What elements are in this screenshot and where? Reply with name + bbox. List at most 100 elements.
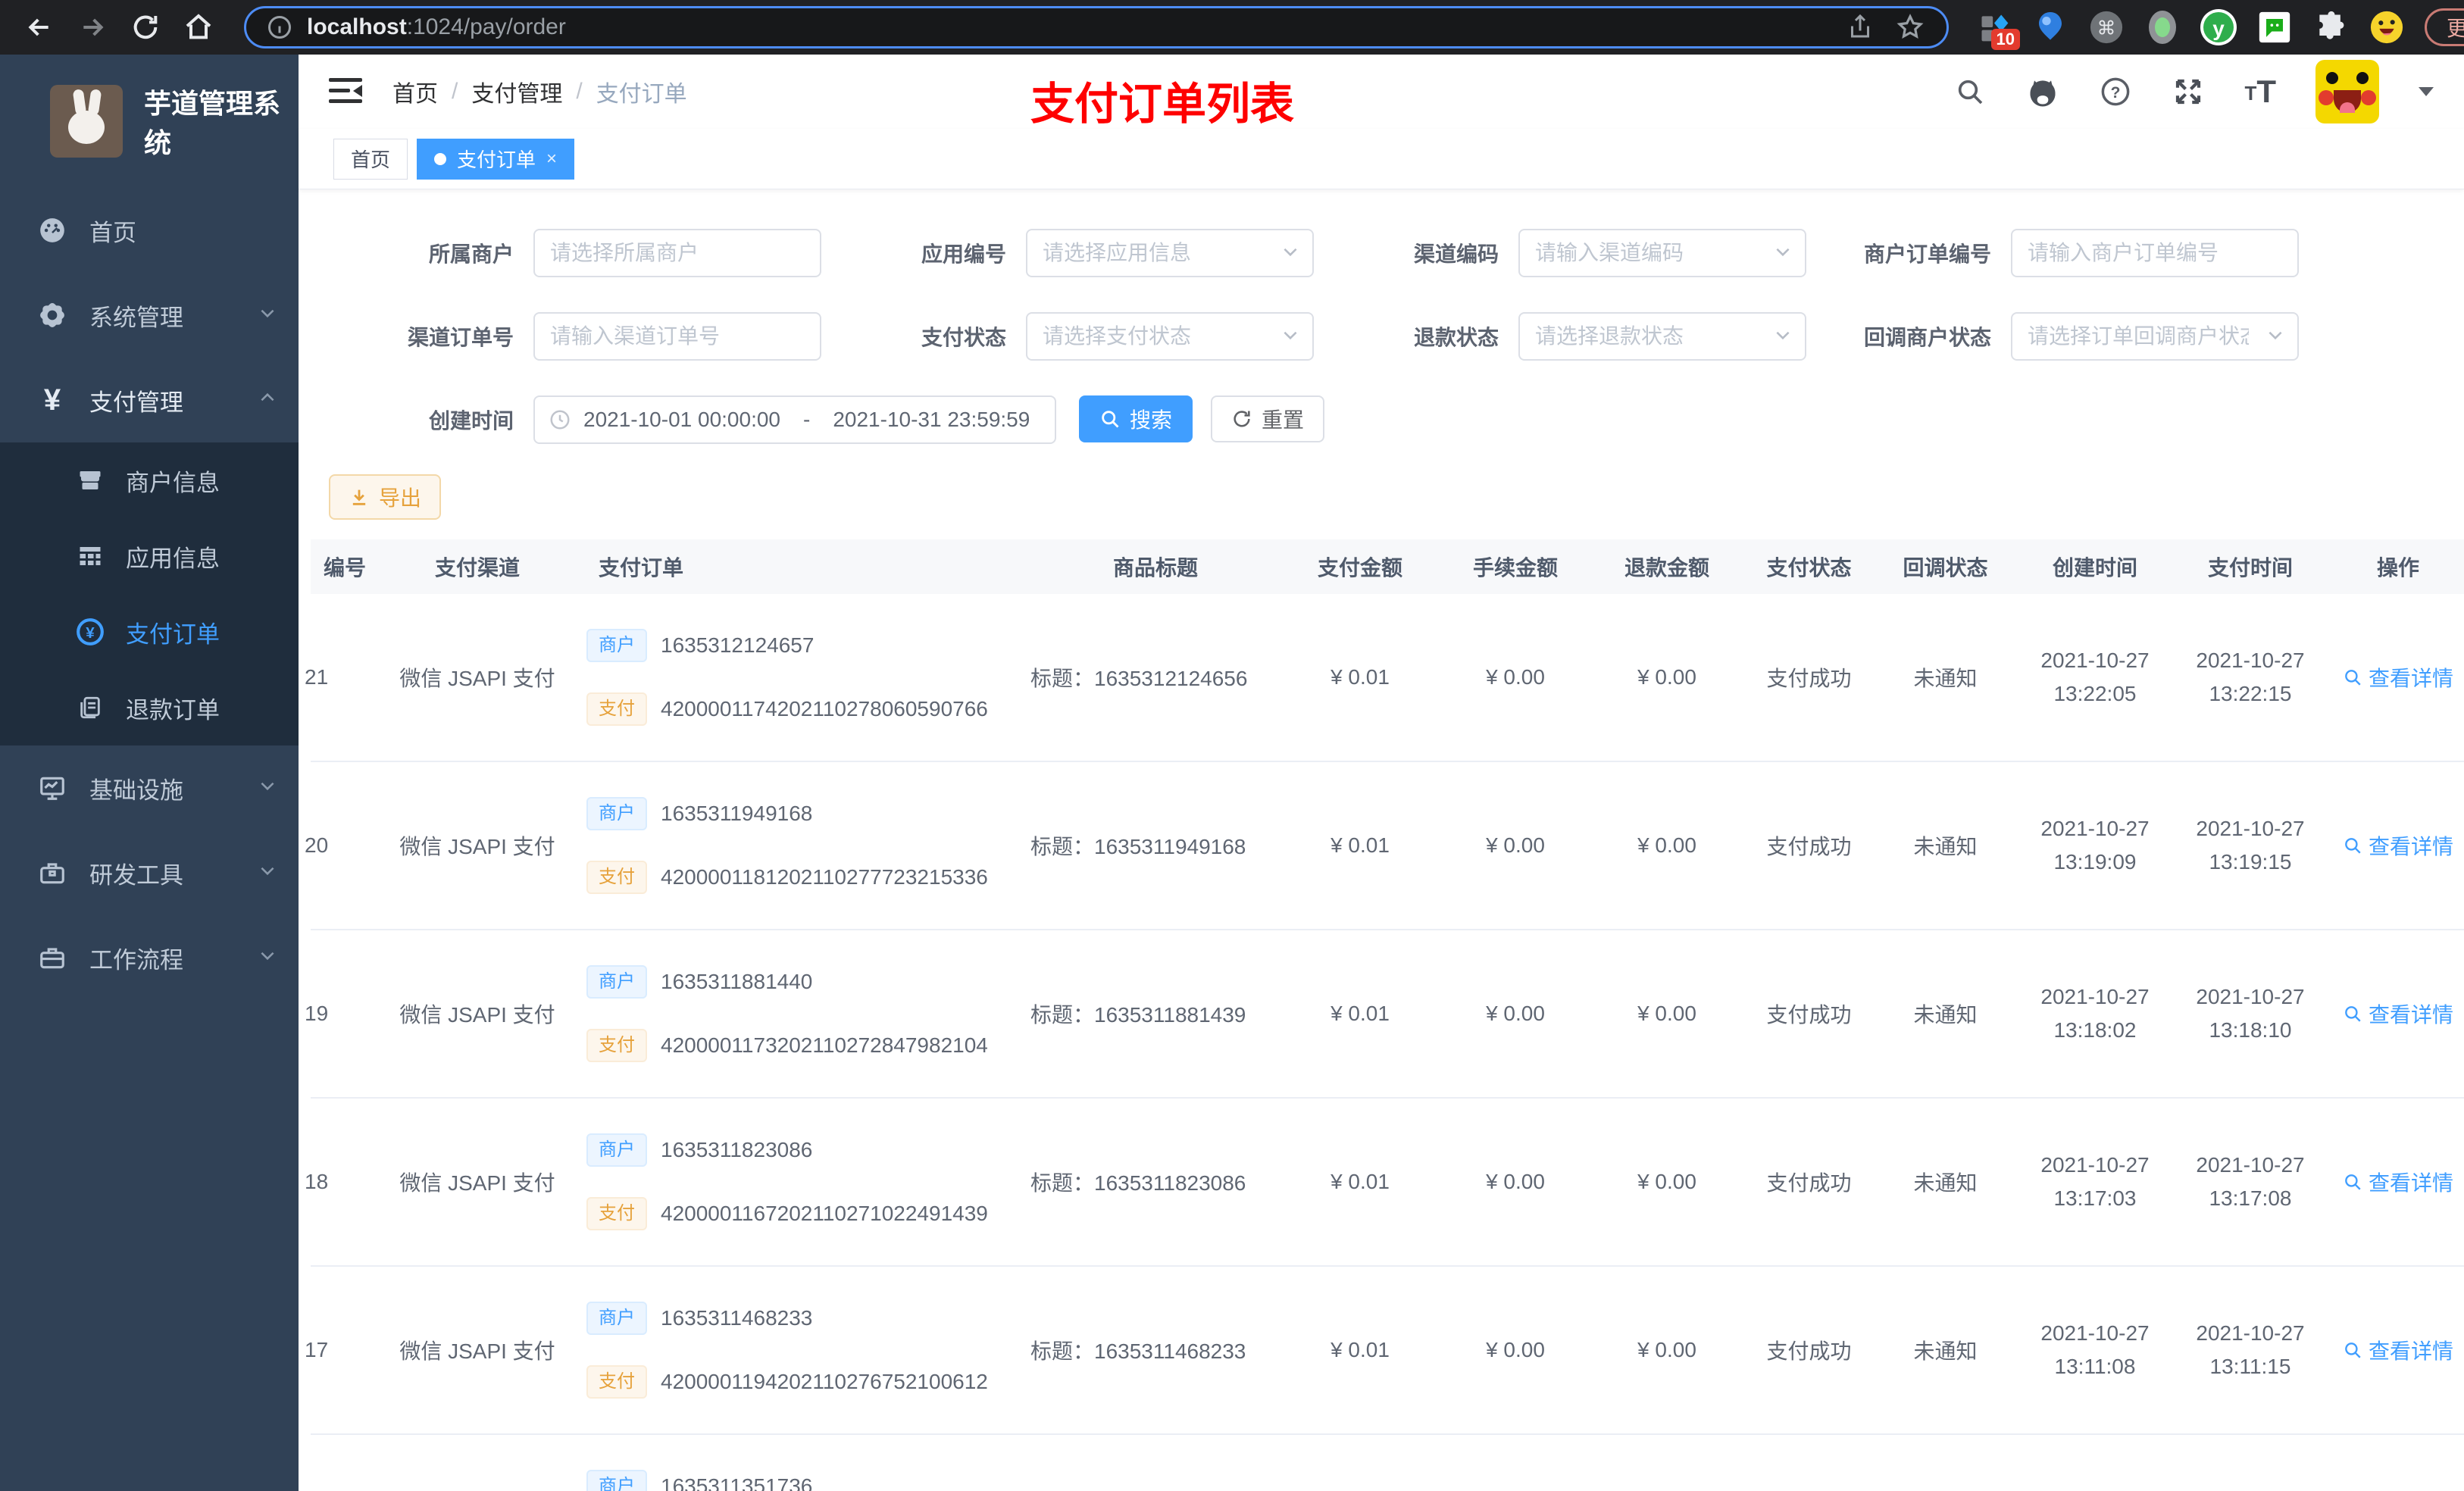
extension-badge: 10	[1990, 29, 2020, 50]
app-logo: 芋道管理系统	[0, 55, 299, 188]
extension-chat-icon[interactable]	[2256, 9, 2293, 45]
app-input[interactable]	[1043, 241, 1297, 265]
chevron-down-icon	[1280, 242, 1300, 265]
channel-order-no-input[interactable]	[550, 324, 805, 349]
table-row: 19 微信 JSAPI 支付 商户 1635311881440 支付 4200001…	[305, 930, 2464, 1099]
sidebar-item-app-info[interactable]: 应用信息	[0, 518, 299, 594]
yen-icon: ¥	[43, 383, 61, 417]
sidebar-item-system[interactable]: 系统管理	[0, 273, 299, 358]
reset-button[interactable]: 重置	[1211, 395, 1324, 442]
page-title: 支付订单列表	[1030, 80, 1295, 129]
help-icon[interactable]: ?	[2099, 75, 2132, 108]
pay-tag: 支付	[586, 1365, 647, 1399]
sidebar-item-refund-order[interactable]: 退款订单	[0, 670, 299, 746]
cell-status: 支付成功	[1766, 1003, 1852, 1027]
sidebar-item-payment[interactable]: ¥ 支付管理	[0, 358, 299, 442]
extension-oval-icon[interactable]	[2144, 9, 2181, 45]
sidebar-item-workflow[interactable]: 工作流程	[0, 915, 299, 1000]
breadcrumb-home[interactable]: 首页	[392, 75, 438, 108]
merchant-order-no-input[interactable]	[2028, 241, 2282, 265]
extension-y-icon[interactable]: y	[2200, 9, 2237, 45]
avatar-caret-icon[interactable]	[2419, 87, 2434, 96]
export-button[interactable]: 导出	[329, 474, 441, 520]
notify-status-select[interactable]	[2011, 312, 2299, 361]
channel-order-no-field[interactable]	[533, 312, 821, 361]
pay-tag: 支付	[586, 861, 647, 894]
sidebar-item-infrastructure[interactable]: 基础设施	[0, 746, 299, 830]
date-range-picker[interactable]: 2021-10-01 00:00:00 - 2021-10-31 23:59:5…	[533, 395, 1056, 444]
avatar[interactable]	[2315, 60, 2379, 123]
breadcrumb-payment[interactable]: 支付管理	[471, 75, 562, 108]
search-icon	[2345, 1343, 2361, 1358]
cell-refund: ¥ 0.00	[1637, 665, 1696, 689]
github-icon[interactable]	[2026, 75, 2059, 108]
view-detail-link[interactable]: 查看详情	[2343, 830, 2453, 861]
search-icon	[1102, 411, 1119, 428]
filter-label: 应用编号	[921, 242, 1006, 266]
notify-status-input[interactable]	[2028, 324, 2282, 349]
sidebar: 芋道管理系统 首页 系统管理 ¥ 支付管理 商户信息 应用信息 ¥ 支付订单 退…	[0, 55, 299, 1491]
yen-circle-icon: ¥	[73, 617, 108, 646]
sidebar-item-merchant-info[interactable]: 商户信息	[0, 442, 299, 518]
forward-icon[interactable]	[74, 9, 111, 45]
back-icon[interactable]	[21, 9, 58, 45]
address-bar[interactable]: localhost:1024/pay/order	[244, 6, 1949, 48]
sidebar-item-label: 退款订单	[126, 696, 220, 724]
cell-title: 标题：1635311949168	[1030, 835, 1246, 858]
cell-pay-time: 2021-10-27 13:19:15	[2196, 817, 2305, 874]
chevron-down-icon	[1773, 242, 1793, 265]
merchant-select[interactable]	[533, 229, 821, 277]
search-icon[interactable]	[1953, 75, 1987, 108]
sidebar-item-label: 支付订单	[126, 620, 220, 648]
share-icon[interactable]	[1843, 11, 1877, 44]
extension-puzzle-icon[interactable]	[2312, 9, 2349, 45]
font-size-icon[interactable]: TT	[2244, 76, 2276, 108]
update-button[interactable]: 更新	[2425, 8, 2464, 46]
cell-fee: ¥ 0.00	[1486, 1002, 1545, 1025]
collapse-sidebar-icon[interactable]	[329, 78, 362, 105]
filter-label: 退款状态	[1413, 326, 1499, 349]
cell-channel: 微信 JSAPI 支付	[399, 1171, 555, 1195]
reload-icon[interactable]	[127, 9, 164, 45]
date-start: 2021-10-01 00:00:00	[583, 408, 780, 431]
close-tab-icon[interactable]: ×	[546, 148, 557, 170]
app-select[interactable]	[1026, 229, 1314, 277]
bookmark-star-icon[interactable]	[1893, 11, 1927, 44]
home-icon[interactable]	[180, 9, 217, 45]
refund-status-select[interactable]	[1518, 312, 1806, 361]
chevron-down-icon	[258, 774, 277, 802]
cell-channel: 微信 JSAPI 支付	[399, 667, 555, 690]
extension-emoji-icon[interactable]	[2369, 9, 2405, 45]
search-button[interactable]: 搜索	[1079, 395, 1193, 442]
cell-refund: ¥ 0.00	[1637, 1002, 1696, 1025]
search-icon	[2345, 670, 2361, 686]
view-detail-link[interactable]: 查看详情	[2343, 999, 2453, 1029]
extension-balloon-icon[interactable]	[2032, 9, 2068, 45]
pay-status-select[interactable]	[1026, 312, 1314, 361]
cell-amount: ¥ 0.01	[1330, 1002, 1390, 1025]
sidebar-item-home[interactable]: 首页	[0, 188, 299, 273]
grid-icon	[73, 542, 108, 570]
channel-code-input[interactable]	[1535, 241, 1790, 265]
view-detail-link[interactable]: 查看详情	[2343, 662, 2453, 692]
extension-command-icon[interactable]: ⌘	[2088, 9, 2125, 45]
extension-blocks-icon[interactable]: 10	[1976, 9, 2020, 50]
refund-status-input[interactable]	[1535, 324, 1790, 349]
sidebar-item-dev-tools[interactable]: 研发工具	[0, 830, 299, 915]
tab-home[interactable]: 首页	[333, 138, 408, 180]
channel-code-select[interactable]	[1518, 229, 1806, 277]
view-detail-link[interactable]: 查看详情	[2343, 1335, 2453, 1365]
view-detail-link[interactable]: 查看详情	[2343, 1167, 2453, 1197]
cell-order: 商户 1635311351736	[576, 1468, 1030, 1491]
fullscreen-icon[interactable]	[2172, 75, 2205, 108]
cell-notify: 未通知	[1913, 1003, 1978, 1027]
sidebar-item-pay-order[interactable]: ¥ 支付订单	[0, 594, 299, 670]
tab-pay-order[interactable]: 支付订单 ×	[417, 138, 575, 180]
pay-status-input[interactable]	[1043, 324, 1297, 349]
tags-view-bar: 首页 支付订单 ×	[299, 129, 2464, 189]
merchant-order-no-field[interactable]	[2011, 229, 2299, 277]
cell-refund: ¥ 0.00	[1637, 1338, 1696, 1361]
merchant-input[interactable]	[550, 241, 805, 265]
cell-channel: 微信 JSAPI 支付	[399, 1003, 555, 1027]
filter-label: 渠道订单号	[407, 326, 514, 349]
